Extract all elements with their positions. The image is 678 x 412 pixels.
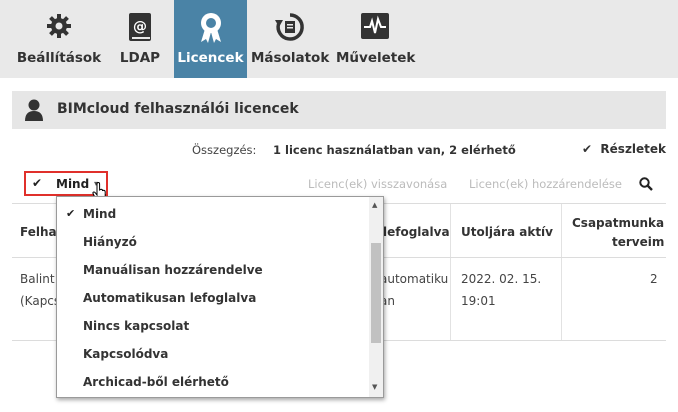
check-icon: ✔ bbox=[582, 142, 593, 156]
cell-user: Balint bbox=[20, 272, 55, 286]
filter-dropdown-menu: ✔ Mind Hiányzó Manuálisan hozzárendelve … bbox=[56, 196, 384, 398]
scrollbar-thumb[interactable] bbox=[371, 243, 381, 343]
ldap-book-icon: @ bbox=[112, 12, 168, 42]
filter-label: Mind bbox=[56, 177, 90, 191]
search-icon[interactable] bbox=[639, 176, 653, 195]
column-header-teamwork-line2: terveim bbox=[612, 235, 665, 249]
cell-last-active-line2: 19:01 bbox=[461, 294, 496, 308]
tab-muveletek[interactable]: Műveletek bbox=[336, 0, 416, 78]
backup-clock-icon bbox=[251, 12, 329, 42]
details-toggle[interactable]: ✔ Részletek bbox=[582, 142, 666, 156]
tab-label: Licencek bbox=[177, 50, 244, 66]
top-toolbar: Beállítások @ LDAP Licencek Másolatok Mű… bbox=[0, 0, 678, 78]
tab-label: Másolatok bbox=[251, 50, 330, 66]
activity-monitor-icon bbox=[336, 12, 414, 42]
tab-label: Beállítások bbox=[16, 50, 102, 66]
tab-beallitasok[interactable]: Beállítások bbox=[12, 0, 106, 78]
check-icon: ✔ bbox=[66, 207, 76, 220]
check-icon: ✔ bbox=[32, 176, 43, 190]
details-label: Részletek bbox=[600, 142, 667, 156]
dropdown-item-manually-assigned[interactable]: Manuálisan hozzárendelve bbox=[83, 263, 263, 277]
column-header-teamwork[interactable]: Csapatmunka bbox=[572, 216, 664, 230]
summary-value: 1 licenc használatban van, 2 elérhető bbox=[273, 143, 516, 157]
dropdown-item-all[interactable]: Mind bbox=[83, 207, 116, 221]
section-header: BIMcloud felhasználói licencek bbox=[12, 91, 666, 129]
summary-label: Összegzés: bbox=[192, 143, 257, 157]
svg-text:@: @ bbox=[133, 19, 147, 35]
gear-icon bbox=[12, 12, 106, 42]
dropdown-item-archicad-available[interactable]: Archicad-ből elérhető bbox=[83, 375, 229, 389]
tab-masolatok[interactable]: Másolatok bbox=[251, 0, 329, 78]
dropdown-item-auto-reserved[interactable]: Automatikusan lefoglalva bbox=[83, 291, 256, 305]
tab-label: LDAP bbox=[119, 50, 161, 66]
tab-label: Műveletek bbox=[336, 50, 416, 66]
scroll-up-arrow-icon[interactable]: ▲ bbox=[372, 201, 377, 209]
cell-user-line2: (Kapcs bbox=[20, 294, 61, 308]
cell-teamwork: 2 bbox=[650, 272, 658, 286]
dropdown-scrollbar[interactable]: ▲ ▼ bbox=[369, 197, 383, 397]
tab-licencek[interactable]: Licencek bbox=[174, 0, 247, 78]
divider bbox=[561, 204, 562, 340]
page-title: BIMcloud felhasználói licencek bbox=[57, 101, 299, 117]
dropdown-item-connected[interactable]: Kapcsolódva bbox=[83, 347, 168, 361]
column-header-last-active[interactable]: Utoljára aktív bbox=[461, 225, 553, 239]
dropdown-item-no-connection[interactable]: Nincs kapcsolat bbox=[83, 319, 189, 333]
cell-last-active: 2022. 02. 15. bbox=[461, 272, 542, 286]
dropdown-item-missing[interactable]: Hiányzó bbox=[83, 235, 137, 249]
revoke-licenses-link[interactable]: Licenc(ek) visszavonása bbox=[308, 177, 447, 191]
column-header-reserved[interactable]: lefoglalva bbox=[383, 225, 450, 239]
user-icon bbox=[24, 99, 44, 125]
scroll-down-arrow-icon[interactable]: ▼ bbox=[372, 383, 377, 391]
divider bbox=[450, 204, 451, 340]
tab-ldap[interactable]: @ LDAP bbox=[112, 0, 168, 78]
assign-licenses-link[interactable]: Licenc(ek) hozzárendelése bbox=[469, 177, 622, 191]
cell-reserved: automatiku bbox=[380, 272, 449, 286]
ribbon-badge-icon bbox=[174, 12, 247, 43]
